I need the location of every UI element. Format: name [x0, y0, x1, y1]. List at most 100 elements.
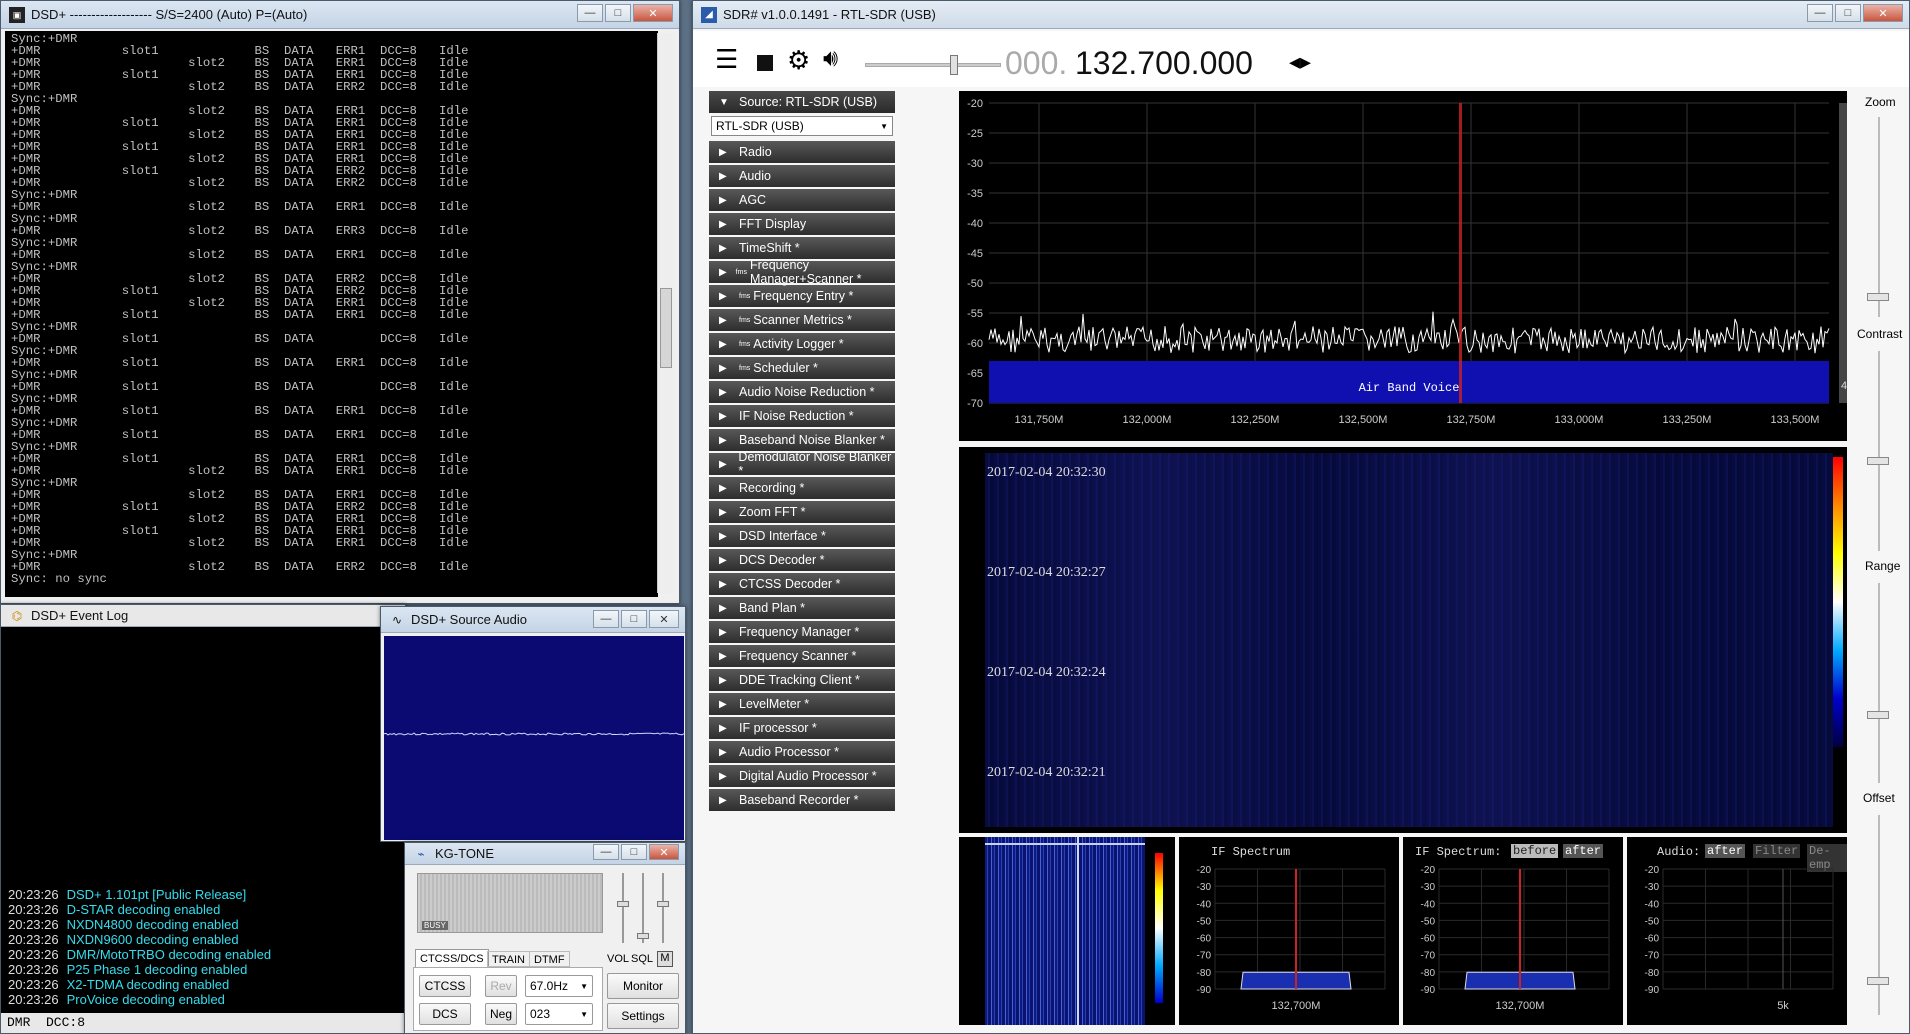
spectrum-y-tick: -65 [967, 368, 983, 380]
offset-slider[interactable] [1867, 815, 1889, 1015]
small-spectrum-x-label: 5k [1777, 1000, 1789, 1012]
panel-item[interactable]: ▶ fms Activity Logger * [709, 333, 895, 355]
panel-item[interactable]: ▶ Baseband Recorder * [709, 789, 895, 811]
console-scrollbar[interactable] [657, 33, 673, 593]
close-button[interactable]: ✕ [649, 844, 679, 860]
small-spectrum-y-tick: -60 [1421, 934, 1436, 945]
ctcss-button[interactable]: CTCSS [419, 975, 471, 997]
panel-item[interactable]: ▶ DSD Interface * [709, 525, 895, 547]
console-line: +DMR slot2 BS DATA ERR2 DCC=8 Idle [11, 560, 469, 574]
monitor-button[interactable]: Monitor [607, 973, 679, 999]
panel-item[interactable]: ▶ Frequency Manager * [709, 621, 895, 643]
maximize-button[interactable]: □ [621, 610, 647, 628]
dcs-button[interactable]: DCS [419, 1003, 471, 1025]
stop-icon[interactable] [757, 55, 773, 71]
panel-item[interactable]: ▶ Audio Noise Reduction * [709, 381, 895, 403]
tone-select[interactable]: 67.0Hz ▼ [525, 975, 593, 997]
squelch-slider-2[interactable] [657, 873, 669, 943]
waterfall-view[interactable]: 2017-02-04 20:32:30 2017-02-04 20:32:27 20… [959, 447, 1847, 833]
squelch-slider[interactable] [637, 873, 649, 943]
zoom-slider[interactable] [1867, 117, 1889, 317]
panel-item[interactable]: ▶ Recording * [709, 477, 895, 499]
spectrum-view[interactable]: -20 -25 -30 -35 -40 -45 -50 -55 -60 -65 -70 131,750… [959, 91, 1847, 441]
panel-item[interactable]: ▶ Digital Audio Processor * [709, 765, 895, 787]
minimize-button[interactable]: — [577, 4, 603, 22]
close-button[interactable]: ✕ [633, 4, 673, 22]
panel-item-label: Recording * [739, 481, 805, 495]
panel-item[interactable]: ▶ Band Plan * [709, 597, 895, 619]
maximize-button[interactable]: □ [1835, 4, 1861, 22]
audio-spectrum-panel[interactable]: Audio: after Filter De-emp -20 -30 -40 -50-… [1627, 837, 1847, 1025]
rev-button[interactable]: Rev [485, 975, 517, 997]
frequency-display[interactable]: 132.700.000 [1075, 45, 1253, 82]
source-select[interactable]: RTL-SDR (USB) ▼ [711, 116, 893, 136]
expand-arrow-icon: ▶ [719, 458, 727, 470]
kgtone-tab-train[interactable]: TRAIN [487, 951, 530, 967]
panel-item[interactable]: ▶ DCS Decoder * [709, 549, 895, 571]
panel-item-label: Demodulator Noise Blanker * [738, 450, 892, 478]
console-line: +DMR slot1 BS DATA ERR1 DCC=8 Idle [11, 356, 469, 370]
settings-button[interactable]: Settings [607, 1003, 679, 1029]
panel-item[interactable]: ▶ fms Frequency Entry * [709, 285, 895, 307]
range-slider[interactable] [1867, 583, 1889, 783]
maximize-button[interactable]: □ [621, 844, 647, 860]
volume-slider[interactable] [865, 55, 1001, 75]
panel-item[interactable]: ▶ fms Scanner Metrics * [709, 309, 895, 331]
panel-source-header[interactable]: ▼ Source: RTL-SDR (USB) [709, 91, 895, 113]
expand-arrow-icon: ▶ [719, 650, 727, 662]
panel-item[interactable]: ▶ Zoom FFT * [709, 501, 895, 523]
kgtone-tab-ctcss[interactable]: CTCSS/DCS [415, 949, 489, 967]
minimize-button[interactable]: — [593, 844, 619, 860]
minimize-button[interactable]: — [1807, 4, 1833, 22]
panel-item[interactable]: ▶ Baseband Noise Blanker * [709, 429, 895, 451]
contrast-slider[interactable] [1867, 351, 1889, 551]
gear-icon[interactable]: ⚙ [787, 45, 810, 76]
panel-item[interactable]: ▶ IF processor * [709, 717, 895, 739]
panel-item[interactable]: ▶ AGC [709, 189, 895, 211]
panel-item[interactable]: ▶ IF Noise Reduction * [709, 405, 895, 427]
mute-button[interactable]: M [657, 951, 673, 967]
panel-item[interactable]: ▶ TimeShift * [709, 237, 895, 259]
if-spectrum-after-panel[interactable]: IF Spectrum: before after -20 -30 -40 -50 -6… [1403, 837, 1623, 1025]
panel-item[interactable]: ▶ Radio [709, 141, 895, 163]
panel-item-label: Audio Processor * [739, 745, 840, 759]
panel-item[interactable]: ▶ fms Frequency Manager+Scanner * [709, 258, 895, 286]
panel-item[interactable]: ▶ FFT Display [709, 213, 895, 235]
panel-item[interactable]: ▶ Audio [709, 165, 895, 187]
zoom-fft-waterfall[interactable] [959, 837, 1175, 1025]
speaker-icon[interactable]: 🔊︎ [823, 45, 838, 73]
panel-item[interactable]: ▶ DDE Tracking Client * [709, 669, 895, 691]
source-audio-titlebar[interactable]: ∿ DSD+ Source Audio — □ ✕ [381, 607, 685, 633]
spectrum-x-tick: 132,750M [1447, 414, 1496, 426]
panel-item-label: FFT Display [739, 217, 807, 231]
volume-slider[interactable] [617, 873, 629, 943]
frequency-display-dim: 000. [1005, 45, 1068, 81]
dcs-select[interactable]: 023 ▼ [525, 1003, 593, 1025]
kgtone-titlebar[interactable]: ⌁ KG-TONE — □ ✕ [405, 843, 685, 865]
tuning-arrows-icon[interactable]: ◂▸ [1289, 49, 1311, 75]
panel-item[interactable]: ▶ Audio Processor * [709, 741, 895, 763]
panel-item[interactable]: ▶ CTCSS Decoder * [709, 573, 895, 595]
dsd-console-titlebar[interactable]: ▣ DSD+ ------------------- S/S=2400 (Aut… [1, 1, 679, 29]
zoom-fft-canvas [985, 837, 1145, 1025]
sdr-titlebar[interactable]: ◢ SDR# v1.0.0.1491 - RTL-SDR (USB) — □ ✕ [693, 1, 1909, 29]
panel-item[interactable]: ▶ Frequency Scanner * [709, 645, 895, 667]
close-button[interactable]: ✕ [1863, 4, 1903, 22]
if-spectrum-panel[interactable]: IF Spectrum -20 -30 -40 -50 -60 -70 -80 -90 132,… [1179, 837, 1399, 1025]
menu-icon[interactable]: ☰ [715, 46, 738, 72]
console-line: +DMR slot2 BS DATA ERR3 DCC=8 Idle [11, 224, 469, 238]
scrollbar-thumb[interactable] [660, 288, 672, 368]
panel-item[interactable]: ▶ Demodulator Noise Blanker * [709, 450, 895, 478]
panel-item[interactable]: ▶ fms Scheduler * [709, 357, 895, 379]
maximize-button[interactable]: □ [605, 4, 631, 22]
kgtone-tab-dtmf[interactable]: DTMF [529, 951, 570, 967]
close-button[interactable]: ✕ [649, 610, 679, 628]
minimize-button[interactable]: — [593, 610, 619, 628]
event-log-titlebar[interactable]: ⌬ DSD+ Event Log [1, 605, 405, 627]
panel-source-label: Source: RTL-SDR (USB) [739, 95, 877, 109]
spectrum-side-bar [1839, 103, 1847, 403]
panel-item[interactable]: ▶ LevelMeter * [709, 693, 895, 715]
spectrum-y-tick: -55 [967, 308, 983, 320]
console-line: +DMR slot2 BS DATA ERR1 DCC=8 Idle [11, 248, 469, 262]
neg-button[interactable]: Neg [485, 1003, 517, 1025]
